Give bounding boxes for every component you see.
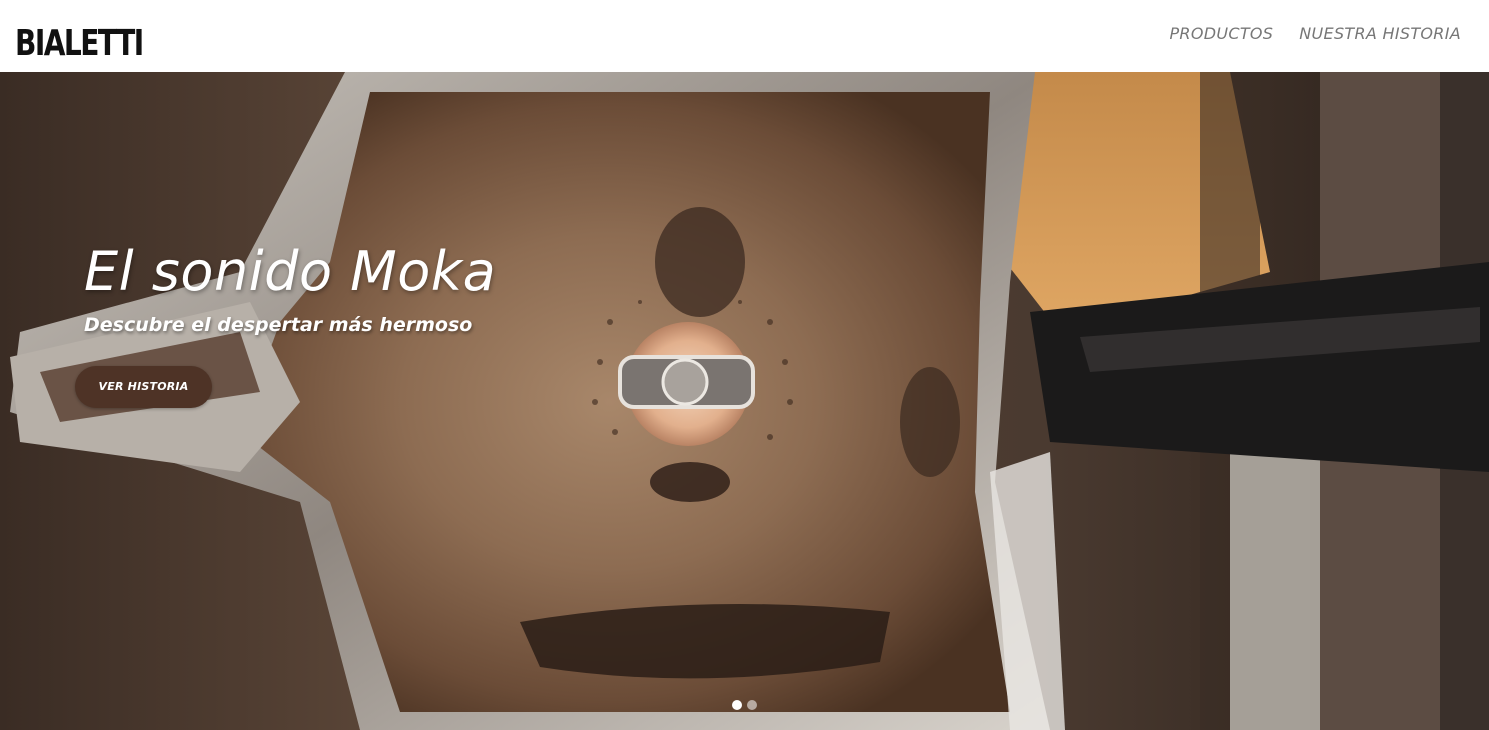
hero-background-image: [0, 72, 1489, 730]
slide-dot-2[interactable]: [747, 700, 757, 710]
ver-historia-button[interactable]: VER HISTORIA: [75, 366, 212, 408]
brand-logo[interactable]: BIALETTI: [14, 6, 144, 66]
hero-subtitle: Descubre el despertar más hermoso: [84, 314, 473, 336]
main-nav: PRODUCTOS NUESTRA HISTORIA: [1169, 24, 1461, 43]
nav-item-nuestra-historia[interactable]: NUESTRA HISTORIA: [1299, 24, 1461, 43]
brand-wordmark: BIALETTI: [15, 23, 144, 64]
slide-dot-1[interactable]: [732, 700, 742, 710]
hero-slider: El sonido Moka Descubre el despertar más…: [0, 72, 1489, 730]
site-header: BIALETTI PRODUCTOS NUESTRA HISTORIA: [0, 0, 1489, 72]
slider-pagination: [732, 700, 757, 710]
hero-title: El sonido Moka: [84, 240, 497, 303]
nav-item-productos[interactable]: PRODUCTOS: [1169, 24, 1273, 43]
